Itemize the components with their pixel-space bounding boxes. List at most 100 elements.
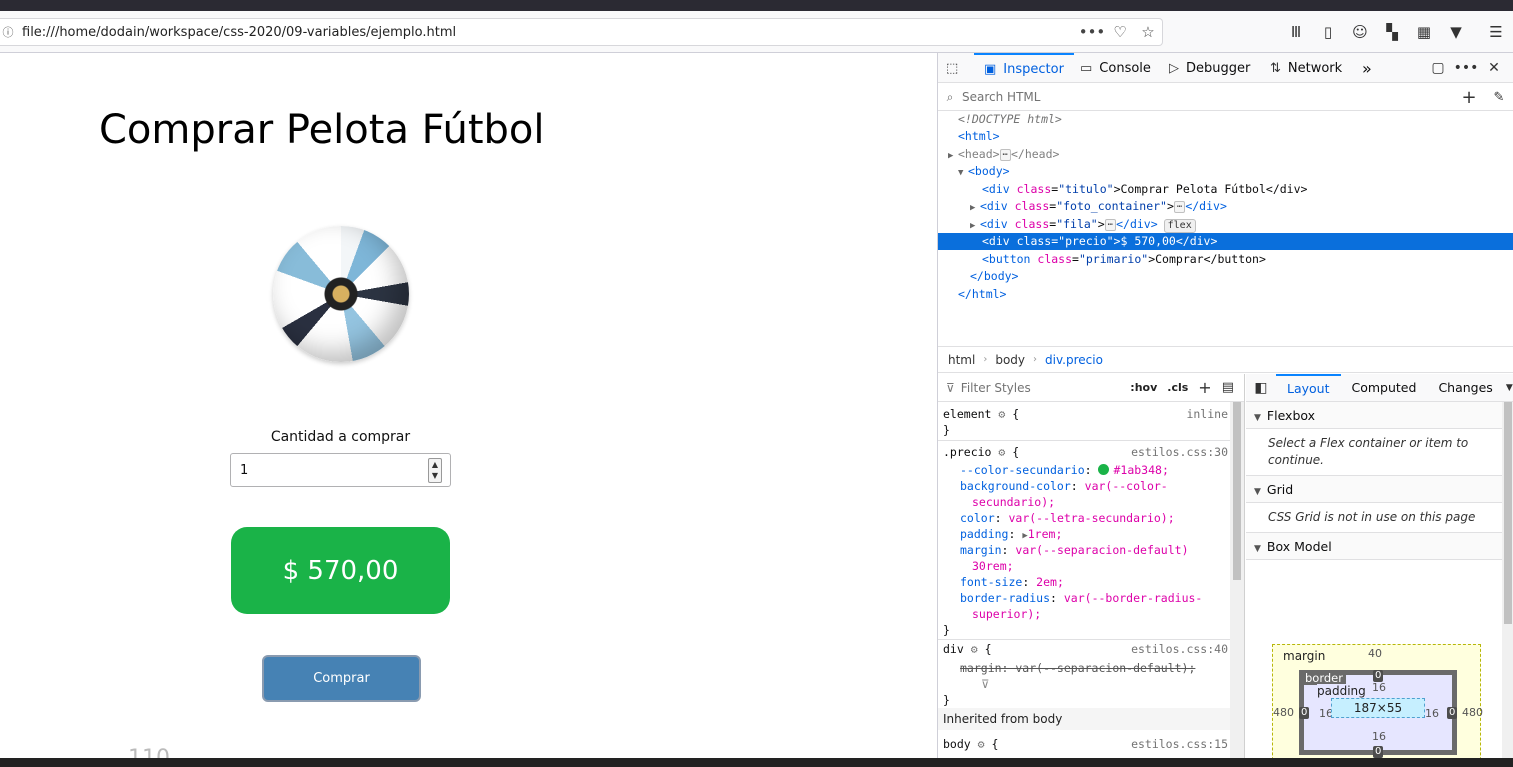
margin-left-value[interactable]: 480 xyxy=(1273,706,1294,719)
rule-header[interactable]: body ⚙ {estilos.css:15 xyxy=(943,736,1228,752)
account-icon[interactable]: ☺ xyxy=(1344,23,1376,41)
console-icon: ▭ xyxy=(1080,60,1093,76)
collapse-arrow-icon: ▼ xyxy=(1254,544,1261,554)
scrollbar-thumb[interactable] xyxy=(1233,402,1241,580)
boxmodel-accordion[interactable]: ▼ Box Model xyxy=(1246,533,1513,560)
breadcrumb-item[interactable]: html xyxy=(948,353,975,367)
filter-icon[interactable]: ⊽ xyxy=(943,676,1228,692)
close-icon[interactable]: ✕ xyxy=(1480,60,1508,76)
margin-top-value[interactable]: 40 xyxy=(1368,647,1382,660)
css-declaration[interactable]: color: var(--letra-secundario); xyxy=(943,510,1228,526)
markup-line[interactable]: ▶ <div class="foto_container"> ⋯ </div> xyxy=(938,198,1513,215)
rule-close: } xyxy=(943,693,950,707)
tab-console[interactable]: ▭ Console xyxy=(1080,53,1151,83)
border-left-value[interactable]: 0 xyxy=(1299,707,1310,719)
border-right-value[interactable]: 0 xyxy=(1447,707,1458,719)
pocket-icon[interactable]: ♡ xyxy=(1106,23,1134,41)
grid-icon[interactable]: ▦ xyxy=(1408,23,1440,41)
markup-line[interactable]: <html> xyxy=(938,128,1513,145)
collapse-arrow-icon: ▼ xyxy=(1254,487,1261,497)
vpn-icon[interactable]: ▼ xyxy=(1440,23,1472,41)
css-declaration[interactable]: background-color: var(--color- xyxy=(943,478,1228,494)
expand-arrow-icon[interactable]: ▶ xyxy=(970,200,980,217)
gear-icon[interactable]: ⚙ xyxy=(971,642,978,656)
dock-icon[interactable]: ▢ xyxy=(1424,60,1452,76)
rule-header[interactable]: .precio ⚙ {estilos.css:30 xyxy=(943,444,1228,460)
gear-icon[interactable]: ⚙ xyxy=(998,407,1005,421)
css-declaration[interactable]: font-size: 2em; xyxy=(943,574,1228,590)
markup-line-selected[interactable]: <div class="precio">$ 570,00</div> xyxy=(938,233,1513,250)
padding-top-value[interactable]: 16 xyxy=(1372,681,1386,694)
toggle-sidebar-icon[interactable]: ◧ xyxy=(1246,380,1276,396)
markup-line[interactable]: ▼ <body> xyxy=(938,163,1513,180)
margin-right-value[interactable]: 480 xyxy=(1462,706,1483,719)
flexbox-accordion[interactable]: ▼ Flexbox xyxy=(1246,402,1513,429)
css-declaration[interactable]: border-radius: var(--border-radius- xyxy=(943,590,1228,606)
collapse-arrow-icon[interactable]: ▼ xyxy=(958,165,968,182)
tab-changes[interactable]: Changes xyxy=(1427,374,1503,402)
quantity-label: Cantidad a comprar xyxy=(270,429,411,445)
element-picker-icon[interactable]: ⬚ xyxy=(946,53,965,83)
info-icon[interactable]: ⓘ xyxy=(0,24,16,40)
breadcrumb-item-current[interactable]: div.precio xyxy=(1045,353,1103,367)
markup-line[interactable]: </html> xyxy=(938,286,1513,303)
markup-line[interactable]: <!DOCTYPE html> xyxy=(938,111,1513,128)
gear-icon[interactable]: ⚙ xyxy=(978,737,985,751)
quantity-value[interactable]: 1 xyxy=(240,463,248,478)
tab-debugger[interactable]: ▷ Debugger xyxy=(1169,53,1250,83)
layout-scrollbar[interactable] xyxy=(1502,402,1513,758)
markup-line[interactable]: ▶ <div class="fila"> ⋯ </div> flex xyxy=(938,216,1513,233)
quantity-input[interactable]: 1 ▲ ▼ xyxy=(230,453,451,487)
extensions-icon[interactable]: ▚ xyxy=(1376,23,1408,41)
rule-header[interactable]: div ⚙ {estilos.css:40 xyxy=(943,641,1228,657)
padding-right-value[interactable]: 16 xyxy=(1425,707,1439,720)
sidebar-icon[interactable]: ▯ xyxy=(1312,23,1344,41)
grid-accordion[interactable]: ▼ Grid xyxy=(1246,476,1513,503)
search-input[interactable]: Search HTML xyxy=(962,90,1454,104)
menu-icon[interactable]: ☰ xyxy=(1480,23,1512,41)
markup-line[interactable]: <button class="primario">Comprar</button… xyxy=(938,251,1513,268)
border-bottom-value[interactable]: 0 xyxy=(1373,746,1384,758)
print-media-icon[interactable]: ▤ xyxy=(1222,380,1234,395)
tab-computed[interactable]: Computed xyxy=(1341,374,1428,402)
rule-close: } xyxy=(943,623,950,637)
add-rule-icon[interactable]: + xyxy=(1198,378,1211,397)
inherited-header: Inherited from body xyxy=(938,708,1230,730)
url-bar[interactable]: ⓘ file:///home/dodain/workspace/css-2020… xyxy=(0,18,1163,46)
breadcrumb-item[interactable]: body xyxy=(995,353,1025,367)
eyedropper-icon[interactable]: ✎ xyxy=(1484,90,1513,105)
css-declaration[interactable]: --color-secundario: #1ab348; xyxy=(943,462,1228,478)
scrollbar-thumb[interactable] xyxy=(1504,402,1512,624)
markup-line[interactable]: <div class="titulo">Comprar Pelota Fútbo… xyxy=(938,181,1513,198)
tab-layout[interactable]: Layout xyxy=(1276,374,1341,402)
chevron-right-icon: › xyxy=(1033,354,1038,365)
cls-button[interactable]: .cls xyxy=(1167,381,1188,394)
flex-badge[interactable]: flex xyxy=(1163,219,1196,233)
css-declaration[interactable]: padding: ▶1rem; xyxy=(943,526,1228,542)
bookmark-star-icon[interactable]: ☆ xyxy=(1134,23,1162,41)
devtools-menu-icon[interactable]: ••• xyxy=(1452,60,1480,76)
rules-scrollbar[interactable] xyxy=(1230,402,1244,758)
tab-inspector[interactable]: ▣ Inspector xyxy=(974,53,1074,83)
more-tabs-icon[interactable]: » xyxy=(1362,53,1372,83)
gear-icon[interactable]: ⚙ xyxy=(998,445,1005,459)
markup-line[interactable]: ▶ <head> ⋯ </head> xyxy=(938,146,1513,163)
add-node-icon[interactable]: + xyxy=(1454,87,1484,108)
chevron-down-icon[interactable]: ▼ xyxy=(1506,383,1513,393)
buy-button[interactable]: Comprar xyxy=(262,655,421,702)
filter-styles-input[interactable]: Filter Styles xyxy=(961,381,1131,395)
css-declaration-overridden[interactable]: margin: var(--separacion-default); xyxy=(943,660,1228,676)
hov-button[interactable]: :hov xyxy=(1130,381,1157,394)
quantity-stepper[interactable]: ▲ ▼ xyxy=(428,458,442,483)
markup-line[interactable]: </body> xyxy=(938,268,1513,285)
rule-header[interactable]: element ⚙ {inline xyxy=(943,406,1228,422)
library-icon[interactable]: Ⅲ xyxy=(1280,23,1312,41)
color-swatch[interactable] xyxy=(1098,464,1110,475)
url-text[interactable]: file:///home/dodain/workspace/css-2020/0… xyxy=(22,25,1078,40)
devtools-panel: ⬚ ▣ Inspector ▭ Console ▷ Debugger ⇅ Network… xyxy=(937,53,1513,758)
tab-network[interactable]: ⇅ Network xyxy=(1270,53,1342,83)
padding-bottom-value[interactable]: 16 xyxy=(1372,730,1386,743)
debugger-icon: ▷ xyxy=(1169,60,1179,76)
css-declaration[interactable]: margin: var(--separacion-default) xyxy=(943,542,1228,558)
page-actions-icon[interactable]: ••• xyxy=(1078,23,1106,41)
